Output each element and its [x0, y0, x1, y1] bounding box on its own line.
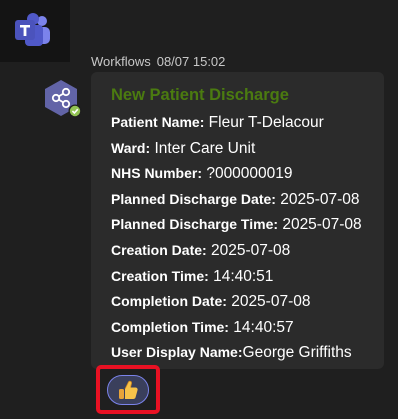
card-field-row: Completion Time: 14:40:57: [111, 315, 384, 341]
card-field-row: Planned Discharge Date: 2025-07-08: [111, 187, 384, 213]
field-value: ?000000019: [202, 165, 293, 183]
card-field-row: NHS Number: ?000000019: [111, 161, 384, 187]
card-field-row: Patient Name: Fleur T-Delacour: [111, 110, 384, 136]
field-label: Patient Name:: [111, 114, 205, 130]
field-label: Completion Time:: [111, 318, 229, 335]
checkmark-badge-icon: [68, 104, 82, 118]
thumbs-up-reaction-button[interactable]: [107, 375, 149, 405]
field-label: Creation Date:: [111, 241, 207, 258]
teams-chat-window: Workflows 08/07 15:02 New Patient Dischar…: [0, 0, 398, 419]
card-title: New Patient Discharge: [111, 86, 289, 104]
field-label: Completion Date:: [111, 293, 227, 310]
thumbs-up-icon: [119, 380, 138, 399]
message-timestamp: 08/07 15:02: [156, 54, 226, 69]
field-value: 2025-07-08: [278, 216, 362, 234]
field-label: Creation Time:: [111, 267, 209, 284]
card-field-row: Planned Discharge Time: 2025-07-08: [111, 212, 384, 238]
field-value: 14:40:51: [208, 267, 274, 285]
card-field-row: Creation Date: 2025-07-08: [111, 238, 384, 264]
field-label: Planned Discharge Time:: [111, 216, 279, 233]
field-label: User Display Name:: [111, 344, 243, 361]
field-value: Fleur T-Delacour: [204, 114, 324, 131]
card-fields: Patient Name: Fleur T-Delacour Ward: Inte…: [111, 110, 384, 366]
adaptive-card: New Patient Discharge Patient Name: Fleu…: [91, 72, 384, 369]
card-field-row: User Display Name:George Griffiths: [111, 340, 384, 366]
field-value: 2025-07-08: [226, 293, 311, 311]
field-value: George Griffiths: [242, 344, 352, 362]
field-value: Inter Care Unit: [150, 139, 256, 157]
card-field-row: Ward: Inter Care Unit: [111, 136, 384, 162]
field-value: 2025-07-08: [275, 190, 360, 208]
field-value: 2025-07-08: [206, 241, 291, 259]
field-label: Ward:: [111, 139, 151, 156]
field-label: NHS Number:: [111, 165, 203, 182]
card-field-row: Creation Time: 14:40:51: [111, 264, 384, 290]
field-value: 14:40:57: [228, 318, 294, 336]
message-header: Workflows 08/07 15:02: [91, 54, 225, 69]
workflow-hexagon-icon[interactable]: [40, 80, 84, 120]
field-label: Planned Discharge Date:: [111, 190, 276, 207]
card-field-row: Completion Date: 2025-07-08: [111, 289, 384, 315]
teams-logo-icon: [0, 0, 70, 62]
sender-name: Workflows: [91, 54, 151, 69]
